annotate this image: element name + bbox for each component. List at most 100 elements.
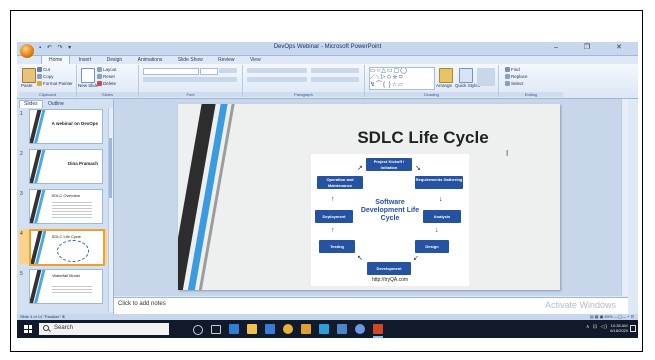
active-app-indicator [373, 336, 383, 338]
arrow-icon: ↓ [439, 196, 443, 203]
tab-slides[interactable]: Slides [19, 100, 43, 108]
scrollbar-thumb[interactable] [109, 138, 112, 198]
arrow-icon: ↓ [435, 227, 439, 234]
copy-button[interactable]: Copy [37, 74, 54, 80]
delete-icon [97, 81, 102, 87]
slide-thumb-image: A webinar on DevOps [29, 109, 103, 144]
powerpoint-icon[interactable] [373, 324, 383, 334]
folder-icon[interactable] [301, 324, 311, 334]
paste-button[interactable]: Paste [21, 83, 33, 88]
reset-icon [97, 74, 102, 80]
windows-start-icon[interactable] [24, 325, 32, 333]
node-analysis: Analysis [423, 210, 461, 223]
replace-button[interactable]: Replace [505, 74, 528, 80]
list-buttons[interactable] [247, 68, 307, 73]
arrange-button[interactable]: Arrange [436, 83, 452, 88]
grow-shrink-font-buttons[interactable] [219, 68, 237, 73]
taskbar-search-box[interactable]: Search [39, 323, 169, 335]
new-slide-icon[interactable] [81, 68, 95, 83]
system-tray[interactable]: ∧ ⊡ ◁) [586, 324, 608, 330]
node-deployment: Deployment [315, 210, 353, 223]
slide-thumbnail-2[interactable]: 2 Dina Pramach [19, 149, 107, 184]
teams-icon[interactable] [337, 324, 347, 334]
thumb-title: A webinar on DevOps [51, 121, 98, 126]
shape-fill-outline-buttons[interactable] [477, 68, 495, 86]
find-button[interactable]: Find [505, 67, 520, 73]
text-cursor-icon: I [506, 149, 509, 158]
copy-icon [37, 74, 42, 80]
node-maintenance: Operation and Maintenance [317, 176, 363, 189]
arrow-icon: ↙ [413, 255, 419, 262]
sdlc-diagram[interactable]: Project Kickoff / Initiation Requirement… [311, 154, 469, 286]
font-size-dropdown[interactable] [200, 68, 218, 75]
layout-button[interactable]: Layout [97, 67, 117, 73]
store-icon[interactable] [319, 324, 329, 334]
window-controls[interactable]: – ❐ ✕ [554, 43, 634, 51]
format-painter-button[interactable]: Format Painter [37, 81, 73, 87]
office-button-icon[interactable] [20, 44, 34, 58]
shapes-gallery[interactable]: ▭○△▭▢◯ ⟋⟍▷◇☆▭ ↯⌒{ }☆▱ [369, 67, 435, 90]
task-view-icon[interactable] [211, 325, 221, 334]
arrow-icon: ↗ [357, 165, 363, 172]
group-label-paragraph: Paragraph [243, 92, 364, 97]
slide-number: 4 [20, 231, 23, 237]
cortana-icon[interactable] [193, 325, 203, 335]
file-explorer-icon[interactable] [247, 324, 257, 334]
slide-thumb-image: Waterfall Model [29, 269, 103, 304]
current-slide[interactable]: SDLC Life Cycle Project Kickoff / Initia… [178, 104, 560, 290]
slide-number: 2 [20, 151, 23, 157]
thumb-title: SDLC Life Cycle [51, 234, 81, 239]
slide-editor: SDLC Life Cycle Project Kickoff / Initia… [114, 99, 628, 296]
binoculars-icon [505, 67, 510, 73]
text-direction-buttons[interactable] [311, 68, 359, 73]
notifications-icon[interactable] [630, 325, 636, 332]
font-format-buttons[interactable] [143, 77, 237, 82]
arrow-icon: ↘ [415, 165, 421, 172]
group-paragraph: Paragraph [243, 65, 365, 97]
slide-thumbnail-1[interactable]: 1 A webinar on DevOps [19, 109, 107, 144]
taskbar-clock[interactable]: 10:28 AM 6/18/2020 [610, 323, 628, 333]
font-name-dropdown[interactable] [143, 68, 199, 75]
group-clipboard: Paste Cut Copy Format Painter Clipboard [19, 65, 77, 97]
activation-watermark: Activate Windows [545, 300, 617, 310]
slide-editor-scrollbar[interactable] [621, 99, 628, 296]
reset-button[interactable]: Reset [97, 74, 115, 80]
replace-icon [505, 74, 510, 80]
thumb-title: Waterfall Model [52, 273, 80, 278]
slide-title[interactable]: SDLC Life Cycle [298, 128, 548, 148]
title-bar: ▪ ↶ ↷ ▾ DevOps Webinar - Microsoft Power… [17, 42, 638, 56]
group-label-editing: Editing [499, 92, 563, 97]
alignment-buttons[interactable] [247, 77, 307, 82]
group-label-clipboard: Clipboard [19, 92, 76, 97]
group-slides: New Slide Layout Reset Delete Slides [77, 65, 139, 97]
arrange-icon[interactable] [439, 68, 453, 83]
slide-thumbnail-4[interactable]: 4 SDLC Life Cycle [19, 229, 107, 266]
window-title: DevOps Webinar - Microsoft PowerPoint [273, 44, 382, 50]
slide-thumbnail-5[interactable]: 5 Waterfall Model [19, 269, 107, 304]
edge-icon[interactable] [229, 324, 239, 334]
thumb-title: Dina Pramach [67, 161, 98, 166]
browser-icon[interactable] [355, 324, 365, 334]
tab-outline[interactable]: Outline [44, 101, 68, 108]
new-slide-button[interactable]: New Slide [78, 83, 98, 88]
chrome-icon[interactable] [283, 324, 293, 334]
mail-icon[interactable] [265, 324, 275, 334]
ribbon: Paste Cut Copy Format Painter Clipboard … [17, 64, 638, 99]
slide-number: 3 [20, 191, 23, 197]
slide-thumbnail-3[interactable]: 3 SDLC Overview [19, 189, 107, 224]
slide-thumb-image: SDLC Overview [29, 189, 103, 224]
layout-icon [97, 67, 102, 73]
delete-button[interactable]: Delete [97, 81, 116, 87]
source-url: http://tryQA.com [371, 277, 409, 283]
select-icon [505, 81, 510, 87]
cut-button[interactable]: Cut [37, 67, 50, 73]
select-button[interactable]: Select [505, 81, 524, 87]
node-initiation: Project Kickoff / Initiation [366, 158, 412, 171]
paste-icon[interactable] [22, 68, 36, 83]
group-label-slides: Slides [77, 92, 138, 97]
ribbon-tabs: Home Insert Design Animations Slide Show… [41, 55, 268, 65]
convert-smartart-button[interactable] [311, 77, 359, 82]
quick-styles-icon[interactable] [459, 68, 473, 83]
slides-pane-scrollbar[interactable] [108, 108, 113, 312]
slide-thumb-image: Dina Pramach [29, 149, 103, 184]
